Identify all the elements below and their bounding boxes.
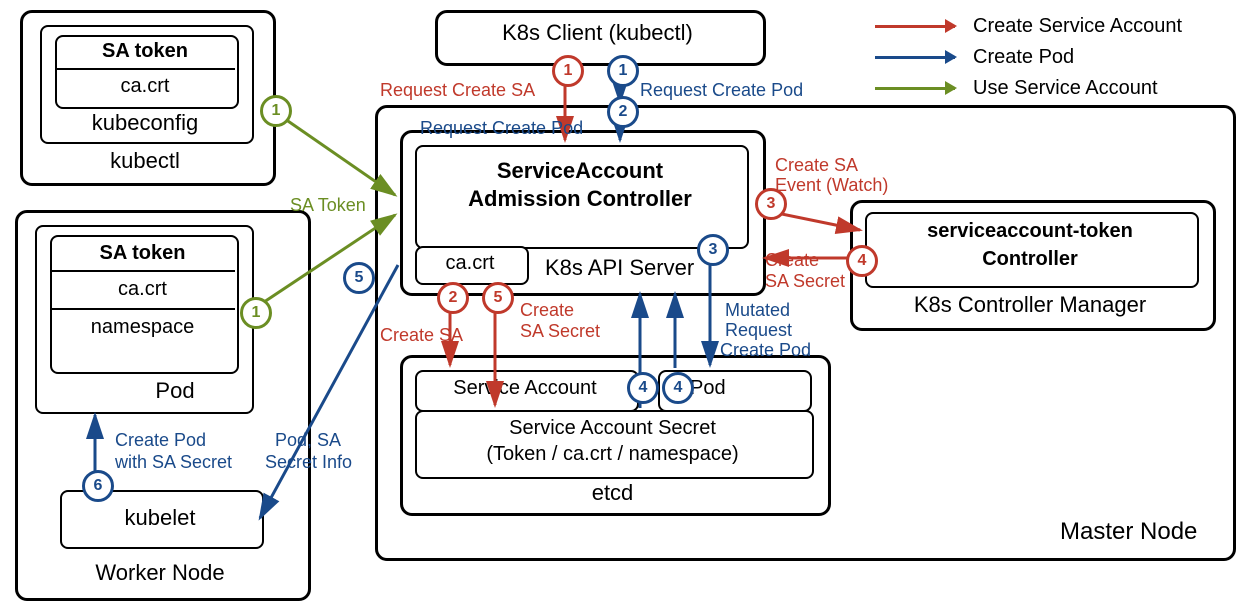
- step-blue-2: 2: [607, 96, 639, 128]
- step-olive-1a: 1: [260, 95, 292, 127]
- worker-node-label: Worker Node: [15, 560, 305, 586]
- k8s-client-label: K8s Client (kubectl): [435, 20, 760, 46]
- admission-l1: ServiceAccount: [415, 158, 745, 184]
- step-blue-1: 1: [607, 55, 639, 87]
- lbl-create-sa-event-l2: Event (Watch): [775, 175, 888, 196]
- lbl-req-create-pod2: Request Create Pod: [420, 118, 583, 139]
- step-blue-5: 5: [343, 262, 375, 294]
- admission-l2: Admission Controller: [415, 186, 745, 212]
- lbl-mutated-l1: Mutated: [725, 300, 790, 321]
- legend-create-pod: Create Pod: [973, 46, 1074, 69]
- api-ca-label: ca.crt: [415, 252, 525, 275]
- lbl-create-sa: Create SA: [380, 325, 463, 346]
- kubectl-label: kubectl: [20, 148, 270, 174]
- step-blue-4b: 4: [662, 372, 694, 404]
- lbl-podsa-l2: Secret Info: [265, 452, 352, 473]
- legend-use-sa: Use Service Account: [973, 77, 1158, 100]
- api-server-label: K8s API Server: [545, 255, 694, 281]
- master-node-label: Master Node: [1060, 518, 1197, 546]
- step-blue-6: 6: [82, 470, 114, 502]
- etcd-sa-label: Service Account: [415, 377, 635, 400]
- etcd-secret-l1: Service Account Secret: [415, 417, 810, 440]
- step-blue-3: 3: [697, 234, 729, 266]
- etcd-secret-l2: (Token / ca.crt / namespace): [415, 443, 810, 466]
- etcd-pod-label: Pod: [690, 377, 810, 400]
- lbl-req-create-pod: Request Create Pod: [640, 80, 803, 101]
- legend: Create Service Account Create Pod Use Se…: [875, 15, 1182, 100]
- lbl-create-sa-secret: Create SA Secret: [520, 300, 600, 342]
- ca-crt-label-2: ca.crt: [50, 278, 235, 301]
- lbl-cpws-l2: with SA Secret: [115, 452, 232, 473]
- step-olive-1b: 1: [240, 297, 272, 329]
- lbl-cpws-l1: Create Pod: [115, 430, 206, 451]
- sa-token-label-1: SA token: [55, 40, 235, 63]
- lbl-req-create-sa: Request Create SA: [380, 80, 535, 101]
- step-red-2: 2: [437, 282, 469, 314]
- step-blue-4a: 4: [627, 372, 659, 404]
- pod-label: Pod: [120, 378, 230, 404]
- lbl-mutated-l3: Create Pod: [720, 340, 811, 361]
- kubelet-label: kubelet: [60, 505, 260, 531]
- lbl-podsa-l1: Pod, SA: [275, 430, 341, 451]
- lbl-mutated-l2: Request: [725, 320, 792, 341]
- etcd-label: etcd: [400, 480, 825, 506]
- lbl-create-sa-secret2: Create SA Secret: [765, 250, 845, 292]
- sat-ctrl-l1: serviceaccount-token: [865, 220, 1195, 243]
- step-red-4: 4: [846, 245, 878, 277]
- sat-ctrl-l2: Controller: [865, 248, 1195, 271]
- legend-create-sa: Create Service Account: [973, 15, 1182, 38]
- step-red-5: 5: [482, 282, 514, 314]
- step-red-1: 1: [552, 55, 584, 87]
- lbl-create-sa-event-l1: Create SA: [775, 155, 858, 176]
- ctrl-mgr-label: K8s Controller Manager: [850, 292, 1210, 318]
- lbl-sa-token: SA Token: [290, 195, 366, 216]
- sa-token-label-2: SA token: [50, 242, 235, 265]
- kubeconfig-label: kubeconfig: [40, 110, 250, 136]
- namespace-label: namespace: [50, 316, 235, 339]
- ca-crt-label-1: ca.crt: [55, 75, 235, 98]
